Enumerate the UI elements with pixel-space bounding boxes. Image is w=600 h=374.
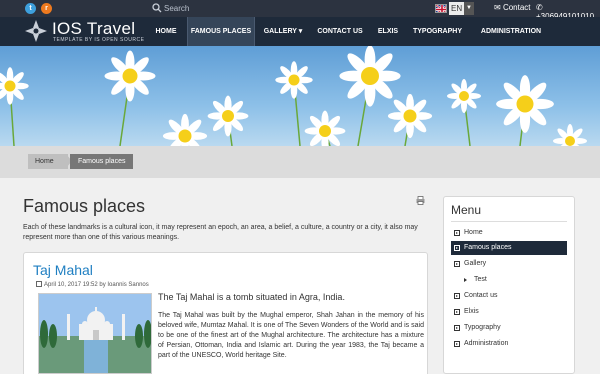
- menu-item-administration[interactable]: Administration: [451, 337, 567, 351]
- article-meta: April 10, 2017 19:52 by Ioannis Sannos: [36, 281, 149, 288]
- arrow-box-icon: [454, 230, 460, 236]
- phone-icon: ✆: [536, 3, 543, 12]
- uk-flag-icon: [435, 4, 447, 13]
- contact-label: Contact: [502, 3, 531, 12]
- arrow-box-icon: [454, 293, 460, 299]
- rss-icon[interactable]: r: [41, 3, 52, 14]
- menu-item-famous-places[interactable]: Famous places: [451, 241, 567, 255]
- nav-gallery[interactable]: GALLERY ▾: [262, 17, 304, 46]
- arrow-box-icon: [454, 309, 460, 315]
- article-date: April 10, 2017 19:52: [44, 282, 98, 288]
- nav-elxis[interactable]: ELXIS: [375, 17, 401, 46]
- calendar-icon: [36, 281, 42, 287]
- nav-contact-us[interactable]: CONTACT US: [315, 17, 365, 46]
- article-body: The Taj Mahal was built by the Mughal em…: [158, 312, 424, 359]
- breadcrumb-home[interactable]: Home: [28, 154, 68, 169]
- menu-item-label: Home: [464, 229, 483, 236]
- caret-right-icon: [464, 278, 467, 282]
- arrow-box-icon: [454, 325, 460, 331]
- menu-item-contact-us[interactable]: Contact us: [451, 289, 567, 303]
- menu-item-test[interactable]: Test: [451, 273, 567, 287]
- page-intro: Each of these landmarks is a cultural ic…: [23, 224, 418, 241]
- arrow-box-icon: [454, 245, 460, 251]
- menu-item-label: Gallery: [464, 260, 487, 267]
- chevron-down-icon[interactable]: ▼: [464, 2, 474, 15]
- menu-item-label: Administration: [464, 340, 509, 347]
- article-title-link[interactable]: Taj Mahal: [33, 262, 93, 278]
- nav-typography[interactable]: TYPOGRAPHY: [411, 17, 464, 46]
- menu-item-home[interactable]: Home: [451, 226, 567, 240]
- menu-item-elxis[interactable]: Elxis: [451, 305, 567, 319]
- arrow-box-icon: [454, 341, 460, 347]
- envelope-icon: ✉: [494, 3, 501, 12]
- menu-title: Menu: [451, 203, 482, 217]
- nav-famous-places[interactable]: FAMOUS PLACES: [187, 17, 255, 46]
- hero-banner-image: [0, 46, 600, 146]
- menu-item-gallery[interactable]: Gallery: [451, 257, 567, 271]
- nav-home[interactable]: HOME: [150, 17, 182, 46]
- brand-title[interactable]: IOS Travel: [52, 19, 135, 39]
- article-author: by Ioannis Sannos: [99, 282, 149, 288]
- print-icon[interactable]: [416, 196, 425, 205]
- menu-item-label: Test: [474, 276, 487, 283]
- search-icon: [152, 3, 162, 13]
- menu-item-label: Contact us: [464, 292, 498, 299]
- taj-mahal-image[interactable]: [38, 293, 152, 374]
- menu-item-label: Famous places: [464, 244, 512, 251]
- logo-icon: [25, 20, 47, 42]
- twitter-icon[interactable]: t: [25, 3, 36, 14]
- arrow-box-icon: [454, 261, 460, 267]
- breadcrumb-current: Famous places: [70, 154, 133, 169]
- article-lead: The Taj Mahal is a tomb situated in Agra…: [158, 292, 345, 302]
- menu-item-typography[interactable]: Typography: [451, 321, 567, 335]
- brand-tagline: TEMPLATE BY IS OPEN SOURCE: [53, 37, 145, 43]
- contact-link[interactable]: ✉ Contact: [494, 3, 531, 12]
- page-title: Famous places: [23, 196, 146, 216]
- menu-item-label: Typography: [464, 324, 501, 331]
- nav-administration[interactable]: ADMINISTRATION: [473, 17, 549, 46]
- menu-item-label: Elxis: [464, 308, 479, 315]
- search-input[interactable]: [164, 2, 284, 15]
- menu-divider: [451, 221, 567, 222]
